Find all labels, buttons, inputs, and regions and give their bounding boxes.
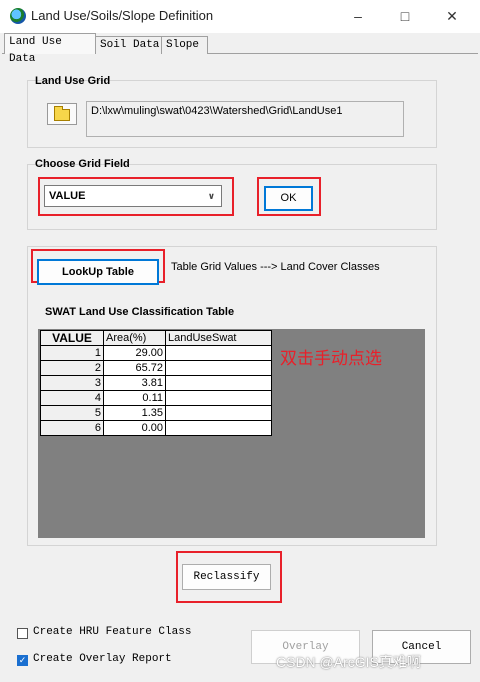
browse-folder-button[interactable] xyxy=(47,103,77,125)
lookup-table-button[interactable]: LookUp Table xyxy=(37,259,159,285)
cell-landuse[interactable] xyxy=(165,420,272,436)
tab-land-use-data[interactable]: Land Use Data xyxy=(4,33,96,65)
table-row[interactable]: 1 29.00 xyxy=(40,345,272,361)
cell-landuse[interactable] xyxy=(165,360,272,376)
grid-field-label: Choose Grid Field xyxy=(35,158,130,170)
create-overlay-label: Create Overlay Report xyxy=(33,653,172,665)
reclassify-button[interactable]: Reclassify xyxy=(182,564,271,590)
table-row[interactable]: 4 0.11 xyxy=(40,390,272,406)
table-row[interactable]: 2 65.72 xyxy=(40,360,272,376)
cell-landuse[interactable] xyxy=(165,375,272,391)
land-use-grid-label: Land Use Grid xyxy=(35,75,111,87)
cell-area: 65.72 xyxy=(103,360,166,376)
classification-title: SWAT Land Use Classification Table xyxy=(45,306,235,318)
table-row[interactable]: 3 3.81 xyxy=(40,375,272,391)
cell-area: 0.11 xyxy=(103,390,166,406)
cell-value: 6 xyxy=(40,420,104,436)
cell-area: 29.00 xyxy=(103,345,166,361)
cell-landuse[interactable] xyxy=(165,345,272,361)
table-row[interactable]: 6 0.00 xyxy=(40,420,272,436)
window-title: Land Use/Soils/Slope Definition xyxy=(31,8,214,23)
cell-value: 1 xyxy=(40,345,104,361)
maximize-icon[interactable]: □ xyxy=(395,6,415,26)
globe-icon xyxy=(10,8,26,24)
cell-area: 0.00 xyxy=(103,420,166,436)
cell-landuse[interactable] xyxy=(165,405,272,421)
watermark-text: CSDN @ArcGIS真难啊 xyxy=(276,654,421,670)
cell-area: 3.81 xyxy=(103,375,166,391)
cell-landuse[interactable] xyxy=(165,390,272,406)
ok-button[interactable]: OK xyxy=(264,186,313,211)
column-header-value: VALUE xyxy=(40,330,104,346)
cell-value: 3 xyxy=(40,375,104,391)
grid-field-selected: VALUE xyxy=(49,190,86,202)
minimize-icon[interactable]: – xyxy=(348,6,368,26)
create-hru-checkbox[interactable] xyxy=(17,628,28,639)
cell-area: 1.35 xyxy=(103,405,166,421)
column-header-landuse: LandUseSwat xyxy=(165,330,272,346)
create-hru-label: Create HRU Feature Class xyxy=(33,626,192,638)
land-use-grid-path: D:\lxw\muling\swat\0423\Watershed\Grid\L… xyxy=(86,101,404,137)
tab-slope[interactable]: Slope xyxy=(161,36,208,54)
check-icon: ✓ xyxy=(18,655,27,665)
annotation-text: 双击手动点选 xyxy=(280,349,382,369)
grid-field-select[interactable]: VALUE ∨ xyxy=(44,185,222,207)
create-overlay-checkbox[interactable]: ✓ xyxy=(17,655,28,666)
folder-icon xyxy=(54,106,70,121)
close-icon[interactable]: ✕ xyxy=(442,6,462,26)
cell-value: 2 xyxy=(40,360,104,376)
cell-value: 4 xyxy=(40,390,104,406)
table-row[interactable]: 5 1.35 xyxy=(40,405,272,421)
column-header-area: Area(%) xyxy=(103,330,166,346)
chevron-down-icon: ∨ xyxy=(207,191,215,201)
cell-value: 5 xyxy=(40,405,104,421)
lookup-description: Table Grid Values ---> Land Cover Classe… xyxy=(171,261,380,273)
classification-table[interactable]: VALUE Area(%) LandUseSwat 1 29.00 2 65.7… xyxy=(40,330,272,436)
tab-soil-data[interactable]: Soil Data xyxy=(95,36,165,54)
